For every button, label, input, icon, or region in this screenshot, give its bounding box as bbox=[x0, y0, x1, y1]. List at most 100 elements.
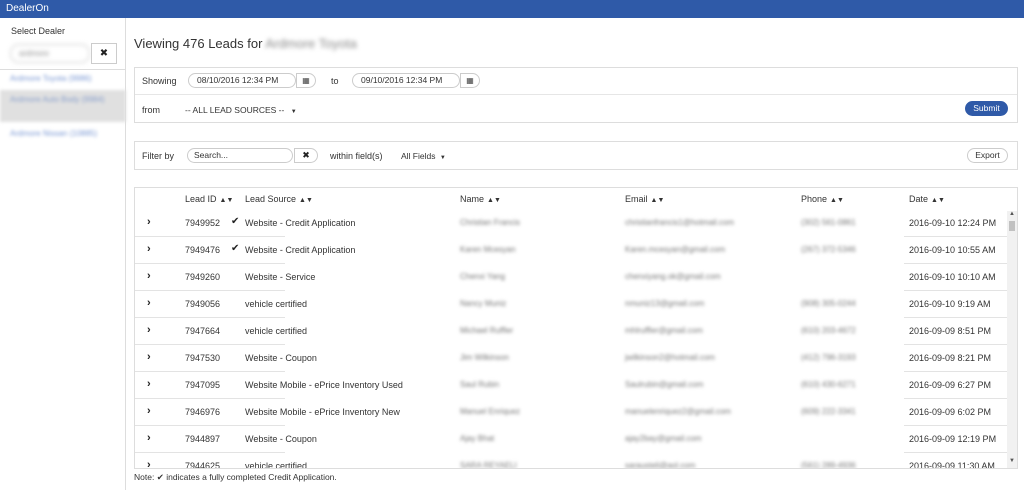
lead-source-cell: vehicle certified bbox=[245, 299, 308, 309]
table-row[interactable]: › 7949056 vehicle certified Nancy Muniz … bbox=[135, 291, 1007, 318]
table-row[interactable]: › 7947664 vehicle certified Michael Ruff… bbox=[135, 318, 1007, 345]
header-name-label: Name bbox=[460, 194, 485, 204]
lead-id-cell: 7949056 bbox=[185, 299, 221, 309]
header-date-label: Date bbox=[909, 194, 929, 204]
chevron-right-icon[interactable]: › bbox=[147, 216, 151, 228]
from-date-input[interactable]: 08/10/2016 12:34 PM bbox=[188, 73, 296, 88]
dealer-list-item-selected[interactable]: Ardmore Auto Body (9984) bbox=[0, 90, 126, 122]
table-row[interactable]: › 7944897 Website - Coupon Ajay Bhat aja… bbox=[135, 426, 1007, 453]
lead-source-cell: Website - Coupon bbox=[245, 434, 317, 444]
note-prefix: Note: bbox=[134, 472, 155, 482]
submit-button[interactable]: Submit bbox=[965, 101, 1008, 116]
phone-cell: (610) 203-4672 bbox=[801, 326, 856, 335]
date-cell: 2016-09-09 6:27 PM bbox=[909, 380, 992, 390]
lead-source-cell: Website - Service bbox=[245, 272, 316, 282]
name-cell: Michael Ruffler bbox=[460, 326, 514, 335]
lead-id-cell: 7947095 bbox=[185, 380, 221, 390]
fields-dropdown[interactable]: All Fields ▼ bbox=[401, 151, 446, 161]
lead-id-cell: 7944897 bbox=[185, 434, 221, 444]
sort-icon: ▲▼ bbox=[299, 197, 313, 204]
table-row[interactable]: › 7947095 Website Mobile - ePrice Invent… bbox=[135, 372, 1007, 399]
export-button[interactable]: Export bbox=[967, 148, 1008, 163]
scrollbar-thumb[interactable] bbox=[1009, 221, 1015, 231]
header-phone[interactable]: Phone ▲▼ bbox=[801, 194, 844, 204]
header-lead-id-label: Lead ID bbox=[185, 194, 217, 204]
dealer-search-clear-button[interactable]: ✖ bbox=[91, 43, 117, 64]
check-icon: ✔ bbox=[156, 472, 164, 482]
email-cell: Saulrubin@gmail.com bbox=[625, 380, 704, 389]
header-phone-label: Phone bbox=[801, 194, 828, 204]
email-cell: ajay2bay@gmail.com bbox=[625, 434, 702, 443]
lead-source-cell: Website Mobile - ePrice Inventory Used bbox=[245, 380, 403, 390]
header-name[interactable]: Name ▲▼ bbox=[460, 194, 501, 204]
name-cell: Karen Mcesyan bbox=[460, 245, 516, 254]
lead-id-cell: 7949476 bbox=[185, 245, 221, 255]
date-cell: 2016-09-09 11:30 AM bbox=[909, 461, 995, 469]
table-row[interactable]: › 7949260 Website - Service Chenxi Yang … bbox=[135, 264, 1007, 291]
app-title: DealerOn bbox=[6, 3, 49, 14]
chevron-right-icon[interactable]: › bbox=[147, 405, 151, 417]
chevron-right-icon[interactable]: › bbox=[147, 270, 151, 282]
header-lead-source[interactable]: Lead Source ▲▼ bbox=[245, 194, 313, 204]
chevron-right-icon[interactable]: › bbox=[147, 243, 151, 255]
chevron-right-icon[interactable]: › bbox=[147, 432, 151, 444]
email-cell: nmuniz13@gmail.com bbox=[625, 299, 705, 308]
table-row[interactable]: › 7947530 Website - Coupon Jim Wilkinson… bbox=[135, 345, 1007, 372]
search-clear-button[interactable]: ✖ bbox=[294, 148, 318, 163]
lead-source-cell: Website - Credit Application bbox=[245, 245, 356, 255]
header-email[interactable]: Email ▲▼ bbox=[625, 194, 664, 204]
chevron-right-icon[interactable]: › bbox=[147, 459, 151, 468]
fields-value: All Fields bbox=[401, 151, 436, 161]
from-label: from bbox=[142, 105, 160, 115]
lead-source-cell: Website - Coupon bbox=[245, 353, 317, 363]
vertical-scrollbar[interactable] bbox=[1007, 211, 1017, 468]
table-row[interactable]: › 7946976 Website Mobile - ePrice Invent… bbox=[135, 399, 1007, 426]
panel-divider bbox=[135, 94, 1017, 95]
close-icon: ✖ bbox=[99, 48, 109, 59]
check-icon: ✔ bbox=[231, 243, 240, 254]
chevron-right-icon[interactable]: › bbox=[147, 351, 151, 363]
sort-icon: ▲▼ bbox=[487, 197, 501, 204]
search-input[interactable]: Search... bbox=[187, 148, 293, 163]
chevron-right-icon[interactable]: › bbox=[147, 324, 151, 336]
close-icon: ✖ bbox=[302, 150, 310, 160]
lead-source-cell: vehicle certified bbox=[245, 461, 308, 469]
dealer-search-input[interactable]: ardmore bbox=[10, 44, 90, 63]
name-cell: Christian Francis bbox=[460, 218, 521, 227]
caret-down-icon: ▼ bbox=[290, 109, 297, 115]
email-cell: Karen.mcesyan@gmail.com bbox=[625, 245, 726, 254]
header-date[interactable]: Date ▲▼ bbox=[909, 194, 945, 204]
date-cell: 2016-09-09 12:19 PM bbox=[909, 434, 997, 444]
to-date-input[interactable]: 09/10/2016 12:34 PM bbox=[352, 73, 460, 88]
email-cell: mhlruffler@gmail.com bbox=[625, 326, 703, 335]
table-row[interactable]: › 7949952 ✔ Website - Credit Application… bbox=[135, 210, 1007, 237]
table-row[interactable]: › 7949476 ✔ Website - Credit Application… bbox=[135, 237, 1007, 264]
email-cell: chenxiyang.ok@gmail.com bbox=[625, 272, 721, 281]
to-date-calendar-button[interactable]: ▦ bbox=[460, 73, 480, 88]
date-cell: 2016-09-09 6:02 PM bbox=[909, 407, 992, 417]
dealer-list-item[interactable]: Ardmore Toyota (9986) bbox=[0, 72, 126, 86]
dealer-list-item[interactable]: Ardmore Nissan (10885) bbox=[0, 127, 126, 141]
name-cell: SARA REYAELI bbox=[460, 461, 517, 469]
email-cell: jwilkinson2@hotmail.com bbox=[625, 353, 715, 362]
sort-icon: ▲▼ bbox=[650, 197, 665, 204]
footer-note: Note: ✔ indicates a fully completed Cred… bbox=[134, 472, 337, 483]
from-date-calendar-button[interactable]: ▦ bbox=[296, 73, 316, 88]
scroll-up-arrow-icon[interactable]: ▲ bbox=[1007, 211, 1017, 220]
name-cell: Ajay Bhat bbox=[460, 434, 495, 443]
top-bar: DealerOn bbox=[0, 0, 1024, 18]
scroll-down-arrow-icon[interactable]: ▼ bbox=[1007, 458, 1017, 467]
phone-cell: (302) 561-0861 bbox=[801, 218, 856, 227]
date-cell: 2016-09-10 12:24 PM bbox=[909, 218, 997, 228]
sort-icon: ▲▼ bbox=[219, 197, 234, 204]
phone-cell: (609) 222-3341 bbox=[801, 407, 856, 416]
header-lead-id[interactable]: Lead ID ▲▼ bbox=[185, 194, 233, 204]
lead-source-dropdown[interactable]: -- ALL LEAD SOURCES -- ▼ bbox=[185, 105, 297, 115]
table-row[interactable]: › 7944625 vehicle certified SARA REYAELI… bbox=[135, 453, 1007, 469]
select-dealer-label: Select Dealer bbox=[11, 26, 66, 36]
phone-cell: (267) 372-5346 bbox=[801, 245, 856, 254]
sort-icon: ▲▼ bbox=[931, 197, 945, 204]
chevron-right-icon[interactable]: › bbox=[147, 378, 151, 390]
date-range-panel: Showing 08/10/2016 12:34 PM ▦ to 09/10/2… bbox=[134, 67, 1018, 123]
chevron-right-icon[interactable]: › bbox=[147, 297, 151, 309]
